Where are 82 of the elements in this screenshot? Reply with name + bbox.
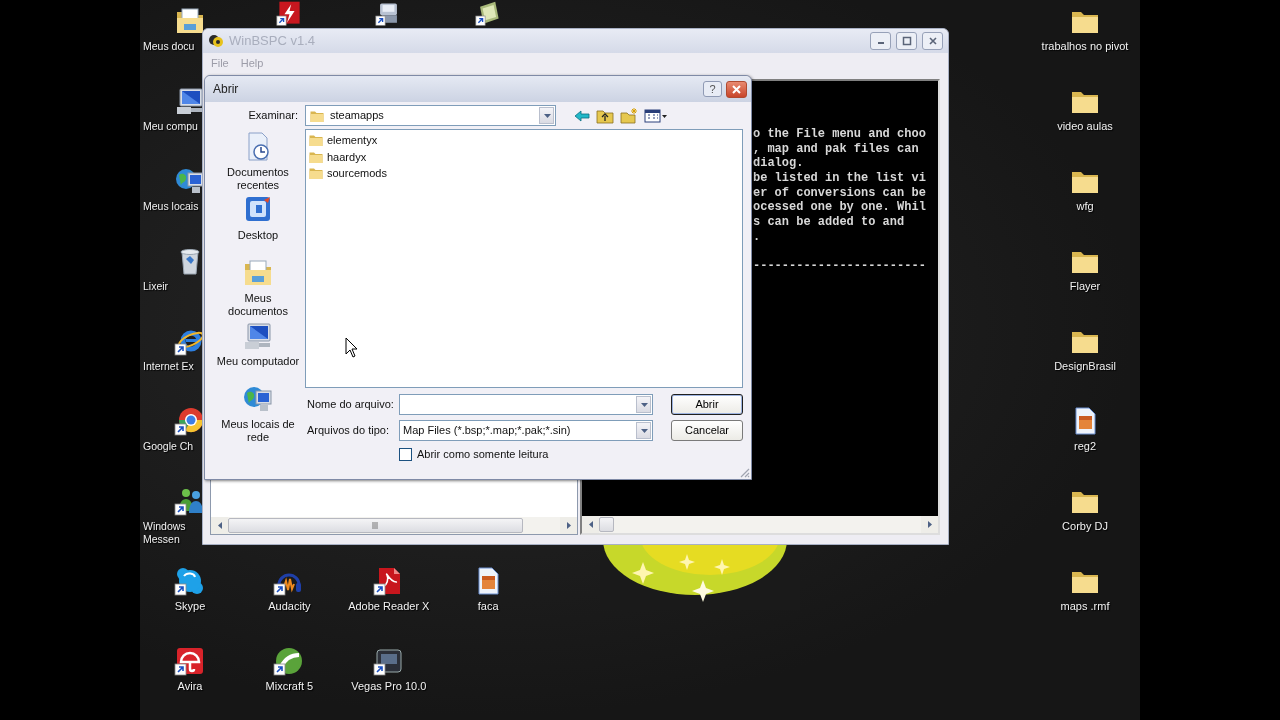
icon-label: wfg — [1076, 200, 1094, 213]
icon-label: Meus docu — [143, 40, 195, 53]
icon-label: Windows Messen — [143, 520, 187, 546]
help-button[interactable]: ? — [703, 81, 722, 97]
window-title: WinBSPC v1.4 — [229, 32, 316, 51]
console-line: o the File menu and choo — [753, 127, 927, 142]
file-type-dropdown[interactable]: Map Files (*.bsp;*.map;*.pak;*.sin) — [399, 420, 653, 441]
notepad-icon[interactable] — [474, 0, 502, 27]
umbrella-icon[interactable] — [174, 645, 206, 677]
dropdown-arrow-icon — [639, 426, 648, 435]
file-name-field[interactable] — [399, 394, 653, 415]
field-label: Examinar: — [247, 108, 299, 124]
back-icon[interactable] — [574, 107, 590, 124]
view-menu-icon[interactable] — [644, 107, 668, 124]
icon-label: Audacity — [268, 600, 311, 613]
console-line: , map and pak files can — [753, 141, 920, 157]
scroll-right-icon — [564, 521, 573, 530]
icon-label: trabalhos no pivot — [1041, 40, 1129, 53]
folder-name[interactable]: sourcemods — [326, 165, 388, 182]
place-label[interactable]: Documentos recentes — [216, 166, 300, 192]
icon-label: Meus locais — [143, 200, 199, 213]
scrollbar-thumb[interactable] — [599, 517, 614, 532]
field-label: Nome do arquivo: — [306, 397, 395, 413]
icon-label: Skype — [174, 600, 206, 613]
place-label[interactable]: Desktop — [237, 229, 279, 242]
icon-label: maps .rmf — [1060, 600, 1110, 613]
close-button[interactable] — [922, 32, 943, 50]
icon-label: video aulas — [1057, 120, 1113, 133]
look-in-dropdown[interactable]: steamapps — [305, 105, 556, 126]
dialog-title: Abrir — [213, 81, 240, 98]
bolt-icon[interactable] — [275, 0, 303, 27]
open-button[interactable]: Abrir — [671, 394, 743, 415]
folder-name[interactable]: elementyx — [326, 132, 379, 149]
folder-name[interactable]: haardyx — [326, 148, 368, 165]
icon-label: Adobe Reader X — [348, 600, 430, 613]
mouse-pointer-icon — [345, 337, 358, 358]
icon-label: Google Ch — [143, 440, 194, 453]
console-line: ocessed one by one. Whil — [753, 200, 927, 216]
icon-label: faca — [477, 600, 499, 613]
dropdown-arrow-icon — [639, 400, 648, 409]
scrollbar[interactable] — [211, 517, 577, 534]
scroll-right-icon — [925, 520, 934, 529]
up-folder-icon[interactable] — [596, 107, 614, 124]
icon-label: Vegas Pro 10.0 — [351, 680, 427, 693]
cloud-icon[interactable] — [174, 565, 206, 597]
computer-icon[interactable] — [242, 320, 274, 352]
dropdown-arrow-icon — [542, 111, 551, 120]
console-line: er of conversions can be — [753, 185, 927, 201]
checkbox[interactable] — [399, 447, 412, 461]
checkbox-label[interactable]: Abrir como somente leitura — [417, 445, 549, 463]
maximize-button[interactable] — [896, 32, 917, 50]
app-icon — [208, 33, 224, 49]
scroll-left-icon — [215, 521, 224, 530]
scroll-left-icon — [586, 520, 595, 529]
icon-label: Mixcraft 5 — [265, 680, 314, 693]
icon-label: Corby DJ — [1062, 520, 1108, 533]
console-line: . — [753, 229, 762, 245]
close-icon[interactable] — [731, 83, 742, 95]
icon-label: reg2 — [1074, 440, 1096, 453]
icon-label: Internet Ex — [143, 360, 194, 373]
minimize-button[interactable] — [870, 32, 891, 50]
icon-label: Lixeir — [143, 280, 169, 293]
place-label[interactable]: Meus locais de rede — [216, 418, 300, 444]
cancel-button[interactable]: Cancelar — [671, 420, 743, 441]
icon-label: Avira — [177, 680, 203, 693]
grip-icon — [372, 522, 379, 529]
console-separator: ------------------------ — [753, 259, 927, 274]
icon-label: DesignBrasil — [1054, 360, 1116, 373]
scrollbar-thumb[interactable] — [228, 518, 523, 533]
resize-grip-icon[interactable] — [738, 466, 750, 478]
scrollbar[interactable] — [582, 516, 938, 533]
close-icon[interactable] — [926, 35, 939, 47]
icon-label: Flayer — [1069, 280, 1101, 293]
field-label: Arquivos do tipo: — [306, 423, 390, 439]
place-label[interactable]: Meus documentos — [216, 292, 300, 318]
console-line: be listed in the list vi — [753, 171, 927, 186]
icon-label: Meu compu — [143, 120, 198, 133]
maximize-icon[interactable] — [900, 35, 913, 47]
place-label[interactable]: Meu computador — [216, 355, 300, 368]
console-line: s can be added to and — [753, 215, 906, 230]
close-button[interactable] — [726, 80, 747, 98]
console-line: dialog. — [753, 156, 805, 172]
